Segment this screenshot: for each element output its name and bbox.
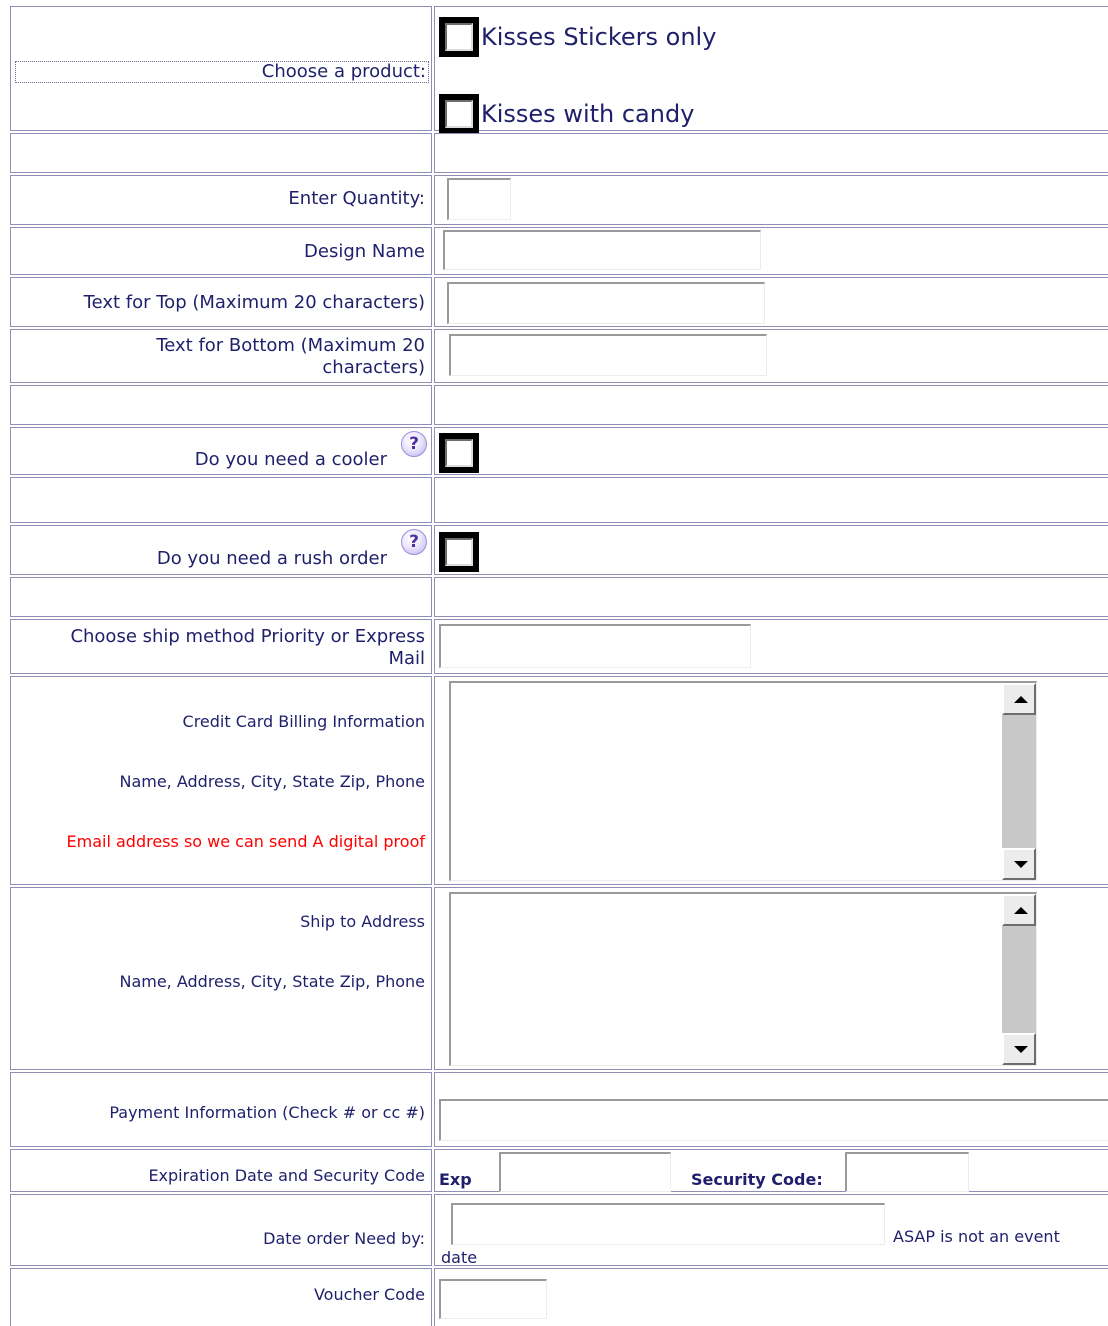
- need-by-input[interactable]: [451, 1203, 885, 1245]
- text-top-label: Text for Top (Maximum 20 characters): [83, 292, 425, 313]
- spacer-cell: [10, 477, 432, 523]
- text-top-input-cell: [434, 277, 1108, 327]
- text-top-label-cell: Text for Top (Maximum 20 characters): [10, 277, 432, 327]
- billing-textarea-cell: [434, 676, 1108, 885]
- ship-method-input[interactable]: [439, 624, 751, 668]
- ship-to-textarea[interactable]: [449, 892, 1037, 1066]
- scroll-up-button[interactable]: [1002, 894, 1036, 926]
- voucher-input-cell: [434, 1268, 1108, 1326]
- security-code-label: Security Code:: [691, 1170, 823, 1189]
- exp-input[interactable]: [499, 1152, 671, 1192]
- billing-label-fields: Name, Address, City, State Zip, Phone: [119, 772, 425, 791]
- spacer-cell: [434, 477, 1108, 523]
- cooler-checkbox-cell: [434, 427, 1108, 475]
- exp-label: Exp: [439, 1170, 472, 1189]
- rush-checkbox[interactable]: [439, 532, 479, 572]
- expiration-inputs-cell: Exp Security Code:: [434, 1149, 1108, 1192]
- text-bottom-label-line2: characters): [322, 357, 425, 378]
- product-options-cell: Kisses Stickers only Kisses with candy: [434, 6, 1108, 134]
- ship-to-label-title: Ship to Address: [300, 912, 425, 931]
- spacer-cell: [10, 385, 432, 425]
- cooler-label-cell: Do you need a cooler ?: [10, 427, 432, 475]
- product-option-candy-label: Kisses with candy: [481, 100, 695, 128]
- need-by-input-cell: ASAP is not an event date: [434, 1194, 1108, 1267]
- payment-input[interactable]: [439, 1099, 1108, 1141]
- design-name-input-cell: [434, 227, 1108, 275]
- payment-label-cell: Payment Information (Check # or cc #): [10, 1072, 432, 1147]
- voucher-input[interactable]: [439, 1279, 547, 1319]
- product-option-stickers-checkbox[interactable]: [439, 17, 479, 57]
- design-name-label: Design Name: [304, 241, 425, 262]
- voucher-label: Voucher Code: [313, 1285, 425, 1304]
- text-top-input[interactable]: [447, 282, 765, 324]
- text-bottom-input-cell: [434, 329, 1108, 383]
- spacer-cell: [434, 577, 1108, 617]
- cooler-label: Do you need a cooler: [194, 449, 387, 470]
- product-option-stickers-label: Kisses Stickers only: [481, 23, 717, 51]
- billing-label-title: Credit Card Billing Information: [182, 712, 425, 731]
- quantity-input[interactable]: [447, 178, 511, 220]
- product-label-cell: Choose a product:: [10, 6, 432, 131]
- text-bottom-input[interactable]: [449, 334, 767, 376]
- scroll-down-button[interactable]: [1002, 1033, 1036, 1065]
- text-bottom-label-cell: Text for Bottom (Maximum 20 characters): [10, 329, 432, 383]
- billing-label-email-note: Email address so we can send A digital p…: [66, 832, 425, 851]
- scroll-up-button[interactable]: [1002, 683, 1036, 715]
- expiration-label: Expiration Date and Security Code: [148, 1166, 425, 1185]
- design-name-label-cell: Design Name: [10, 227, 432, 275]
- voucher-label-cell: Voucher Code: [10, 1268, 432, 1326]
- spacer-cell: [10, 577, 432, 617]
- scroll-down-button[interactable]: [1002, 848, 1036, 880]
- question-icon[interactable]: ?: [401, 431, 427, 457]
- need-by-note: ASAP is not an event: [893, 1227, 1060, 1246]
- quantity-label-cell: Enter Quantity:: [10, 175, 432, 225]
- spacer-cell: [10, 133, 432, 173]
- ship-method-label-cell: Choose ship method Priority or Express M…: [10, 619, 432, 674]
- ship-to-textarea-cell: [434, 887, 1108, 1070]
- ship-to-label-fields: Name, Address, City, State Zip, Phone: [119, 972, 425, 991]
- spacer-cell: [434, 385, 1108, 425]
- payment-input-cell: [434, 1072, 1108, 1147]
- rush-label: Do you need a rush order: [156, 548, 387, 569]
- quantity-input-cell: [434, 175, 1108, 225]
- product-label: Choose a product:: [15, 61, 429, 83]
- quantity-label: Enter Quantity:: [288, 188, 425, 209]
- text-bottom-label-line1: Text for Bottom (Maximum 20: [156, 335, 425, 356]
- need-by-label: Date order Need by:: [263, 1229, 425, 1248]
- question-icon[interactable]: ?: [401, 529, 427, 555]
- need-by-note-continued: date: [441, 1248, 478, 1267]
- rush-label-cell: Do you need a rush order ?: [10, 525, 432, 575]
- security-code-input[interactable]: [845, 1152, 969, 1192]
- ship-to-label-cell: Ship to Address Name, Address, City, Sta…: [10, 887, 432, 1070]
- need-by-label-cell: Date order Need by:: [10, 1194, 432, 1266]
- spacer-cell: [434, 133, 1108, 173]
- expiration-label-cell: Expiration Date and Security Code: [10, 1149, 432, 1192]
- billing-textarea[interactable]: [449, 681, 1037, 881]
- ship-method-input-cell: [434, 619, 1108, 674]
- rush-checkbox-cell: [434, 525, 1108, 575]
- billing-label-cell: Credit Card Billing Information Name, Ad…: [10, 676, 432, 885]
- product-option-candy-checkbox[interactable]: [439, 94, 479, 134]
- payment-label: Payment Information (Check # or cc #): [109, 1103, 425, 1122]
- ship-method-label-line1: Choose ship method Priority or Express: [70, 626, 425, 647]
- design-name-input[interactable]: [443, 230, 761, 270]
- cooler-checkbox[interactable]: [439, 433, 479, 473]
- ship-method-label-line2: Mail: [388, 648, 425, 669]
